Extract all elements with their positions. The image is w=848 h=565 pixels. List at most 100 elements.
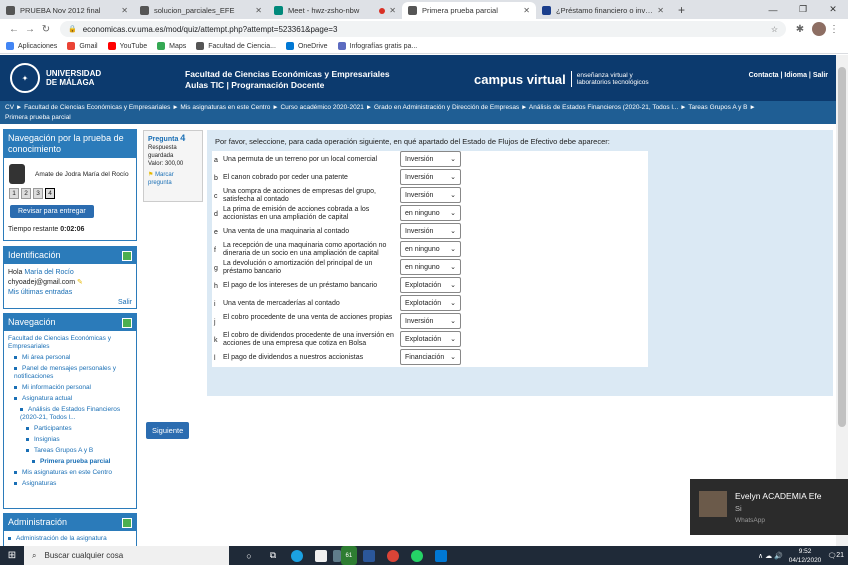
back-icon[interactable]: ←: [6, 24, 22, 35]
pencil-icon[interactable]: ✎: [77, 279, 83, 286]
extensions-icon[interactable]: ✱: [792, 24, 808, 35]
dock-icon[interactable]: [122, 251, 132, 261]
close-tab-icon[interactable]: ✕: [389, 6, 396, 15]
nav-item[interactable]: Mi información personal: [8, 384, 132, 392]
close-tab-icon[interactable]: ✕: [657, 6, 664, 15]
cloud-icon[interactable]: ☁: [765, 552, 772, 560]
answer-select[interactable]: Explotación ⌄: [400, 295, 461, 311]
volume-icon[interactable]: 🔊: [774, 552, 783, 560]
answer-select[interactable]: Inversión ⌄: [400, 223, 461, 239]
clock[interactable]: 9:52 04/12/2020: [789, 547, 822, 565]
mail-icon[interactable]: 61: [333, 546, 357, 565]
answer-select[interactable]: en ninguno ⌄: [400, 259, 461, 275]
bookmark-item[interactable]: Aplicaciones: [6, 42, 57, 50]
browser-tab[interactable]: Primera prueba parcial ✕: [402, 2, 536, 19]
answer-select[interactable]: Explotación ⌄: [400, 331, 461, 347]
nav-item[interactable]: Asignaturas: [8, 480, 132, 488]
nav-item-label: Asignaturas: [22, 480, 57, 487]
nav-item[interactable]: Insignias: [8, 436, 132, 444]
dock-icon[interactable]: [122, 318, 132, 328]
url-bar[interactable]: 🔒 economicas.cv.uma.es/mod/quiz/attempt.…: [60, 21, 786, 37]
bookmark-item[interactable]: OneDrive: [285, 42, 328, 50]
campus-logo[interactable]: campus virtual enseñanza virtual y labor…: [474, 71, 649, 87]
dock-icon[interactable]: [122, 518, 132, 528]
nav-item[interactable]: Mi área personal: [8, 354, 132, 362]
reload-icon[interactable]: ↻: [38, 24, 54, 35]
answers-table: a Una permuta de un terreno por un local …: [212, 151, 648, 367]
minimize-icon[interactable]: —: [758, 5, 788, 15]
chevron-up-icon[interactable]: ∧: [758, 552, 763, 560]
question-number-button[interactable]: 3: [33, 188, 43, 199]
contact-avatar: [699, 491, 727, 517]
browser-tab[interactable]: solucion_parciales_EFE ✕: [134, 2, 268, 19]
close-tab-icon[interactable]: ✕: [255, 6, 262, 15]
answer-select[interactable]: Inversión ⌄: [400, 187, 461, 203]
browser-tab[interactable]: Meet - hwz-zsho-nbw ✕: [268, 2, 402, 19]
nav-item[interactable]: Participantes: [8, 425, 132, 433]
tab-title: ¿Préstamo financiero o inversión: [556, 6, 653, 15]
nav-item[interactable]: Facultad de Ciencias Económicas y Empres…: [8, 335, 132, 351]
star-icon[interactable]: ☆: [771, 25, 778, 34]
whatsapp-icon[interactable]: [405, 546, 429, 565]
close-window-icon[interactable]: ✕: [818, 4, 848, 15]
nav-item[interactable]: Mis asignaturas en este Centro: [8, 469, 132, 477]
faculty-title[interactable]: Facultad de Ciencias Económicas y Empres…: [185, 69, 390, 80]
edge-icon[interactable]: [285, 546, 309, 565]
answer-select[interactable]: Inversión ⌄: [400, 169, 461, 185]
notifications-icon[interactable]: 🗨: [827, 552, 836, 560]
cortana-icon[interactable]: ○: [237, 546, 261, 565]
review-submit-button[interactable]: Revisar para entregar: [10, 205, 94, 218]
bookmark-item[interactable]: YouTube: [107, 42, 147, 50]
store-icon[interactable]: [309, 546, 333, 565]
answer-select[interactable]: en ninguno ⌄: [400, 241, 461, 257]
photos-icon[interactable]: [429, 546, 453, 565]
answer-select[interactable]: en ninguno ⌄: [400, 205, 461, 221]
bookmark-item[interactable]: Maps: [157, 42, 186, 50]
logout-link[interactable]: Salir: [8, 298, 132, 308]
taskbar-search[interactable]: ⌕ Buscar cualquier cosa: [24, 546, 229, 565]
word-icon[interactable]: [357, 546, 381, 565]
whatsapp-notification[interactable]: Evelyn ACADEMIA Efe Si WhatsApp: [690, 479, 848, 535]
chevron-down-icon: ⌄: [450, 318, 456, 325]
answer-select[interactable]: Explotación ⌄: [400, 277, 461, 293]
question-number-button[interactable]: 4: [45, 188, 55, 199]
question-number-button[interactable]: 1: [9, 188, 19, 199]
close-tab-icon[interactable]: ✕: [523, 6, 530, 15]
answer-select[interactable]: Inversión ⌄: [400, 313, 461, 329]
breadcrumb-path[interactable]: CV ► Facultad de Ciencias Económicas y E…: [5, 103, 831, 113]
windows-start-icon[interactable]: ⊞: [0, 550, 24, 561]
page-scrollbar[interactable]: [836, 55, 848, 546]
menu-icon[interactable]: ⋮: [826, 24, 842, 35]
admin-course-link[interactable]: Administración de la asignatura: [16, 535, 107, 542]
nav-item[interactable]: Análisis de Estados Financieros (2020-21…: [8, 406, 132, 422]
browser-tab[interactable]: ¿Préstamo financiero o inversión ✕: [536, 2, 670, 19]
bookmark-item[interactable]: Infografías gratis pa...: [337, 42, 417, 50]
nav-item[interactable]: Panel de mensajes personales y notificac…: [8, 365, 132, 381]
answer-select[interactable]: Financiación ⌄: [400, 349, 461, 365]
bookmark-item[interactable]: Facultad de Ciencia...: [196, 42, 276, 50]
profile-avatar[interactable]: [812, 22, 826, 36]
answer-letter: b: [214, 175, 218, 182]
answer-select[interactable]: Inversión ⌄: [400, 151, 461, 167]
top-links[interactable]: Contacta | Idioma | Salir: [749, 72, 828, 79]
task-view-icon[interactable]: ⧉: [261, 546, 285, 565]
browser-tab[interactable]: PRUEBA Nov 2012 final ✕: [0, 2, 134, 19]
close-tab-icon[interactable]: ✕: [121, 6, 128, 15]
clock-date: 04/12/2020: [788, 556, 822, 564]
new-tab-button[interactable]: +: [670, 3, 693, 19]
nav-item[interactable]: Asignatura actual: [8, 395, 132, 403]
faculty-subtitle[interactable]: Aulas TIC | Programación Docente: [185, 80, 390, 91]
chrome-icon[interactable]: [381, 546, 405, 565]
profile-link[interactable]: María del Rocío: [24, 269, 73, 276]
uma-logo[interactable]: ✦ UNIVERSIDAD DE MÁLAGA: [10, 63, 101, 93]
flag-icon[interactable]: ⚑: [148, 172, 153, 178]
last-entries-link[interactable]: Mis últimas entradas: [8, 288, 132, 298]
maximize-icon[interactable]: ❐: [788, 4, 818, 15]
forward-icon[interactable]: →: [22, 24, 38, 35]
nav-item[interactable]: Primera prueba parcial: [8, 458, 132, 466]
nav-item[interactable]: Tareas Grupos A y B: [8, 447, 132, 455]
question-number-button[interactable]: 2: [21, 188, 31, 199]
bookmark-item[interactable]: Gmail: [67, 42, 98, 50]
scrollbar-thumb[interactable]: [838, 67, 846, 427]
next-button[interactable]: Siguiente: [146, 422, 190, 439]
